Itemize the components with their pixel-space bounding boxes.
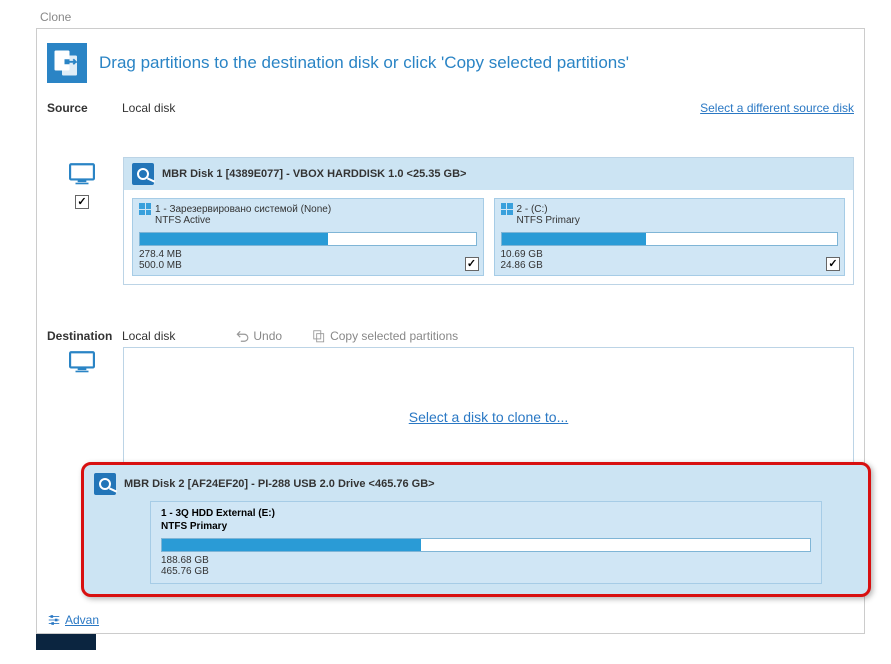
source-partitions: 1 - Зарезервировано системой (None) NTFS…: [124, 190, 853, 284]
partition-sizes: 278.4 MB500.0 MB: [139, 249, 477, 271]
partition-name: 1 - Зарезервировано системой (None): [155, 204, 331, 215]
destination-left-column: [47, 351, 117, 373]
destination-label: Destination: [47, 329, 122, 343]
source-disk-checkbox[interactable]: [75, 195, 89, 209]
partition-sizes: 10.69 GB24.86 GB: [501, 249, 839, 271]
usage-bar: [501, 232, 839, 246]
windows-icon: [501, 203, 513, 215]
monitor-icon: [69, 163, 95, 185]
header: Drag partitions to the destination disk …: [37, 29, 864, 97]
select-clone-target-link[interactable]: Select a disk to clone to...: [409, 409, 569, 425]
partition-card[interactable]: 2 - (C:) NTFS Primary 10.69 GB24.86 GB: [494, 198, 846, 276]
undo-button[interactable]: Undo: [235, 329, 282, 343]
window-title: Clone: [40, 10, 71, 24]
source-disk-header[interactable]: MBR Disk 1 [4389E077] - VBOX HARDDISK 1.…: [124, 158, 853, 190]
windows-icon: [139, 203, 151, 215]
usage-bar: [161, 538, 811, 552]
partition-fs: NTFS Primary: [517, 215, 839, 226]
partition-fs: NTFS Primary: [161, 521, 811, 532]
source-value: Local disk: [122, 101, 175, 115]
drive-icon: [132, 163, 154, 185]
usage-bar: [139, 232, 477, 246]
select-different-source-link[interactable]: Select a different source disk: [700, 101, 854, 115]
source-disk-panel: MBR Disk 1 [4389E077] - VBOX HARDDISK 1.…: [123, 157, 854, 285]
destination-value: Local disk: [122, 329, 175, 343]
header-title: Drag partitions to the destination disk …: [99, 53, 629, 73]
partition-name: 1 - 3Q HDD External (E:): [161, 508, 811, 519]
partition-card[interactable]: 1 - Зарезервировано системой (None) NTFS…: [132, 198, 484, 276]
source-label: Source: [47, 101, 122, 115]
sliders-icon: [47, 613, 61, 627]
popup-disk-header: MBR Disk 2 [AF24EF20] - PI-288 USB 2.0 D…: [90, 471, 862, 501]
source-disk-title: MBR Disk 1 [4389E077] - VBOX HARDDISK 1.…: [162, 168, 466, 180]
drive-icon: [94, 473, 116, 495]
partition-fs: NTFS Active: [155, 215, 477, 226]
source-left-column: [47, 163, 117, 209]
source-row: Source Local disk Select a different sou…: [37, 97, 864, 119]
monitor-icon: [69, 351, 95, 373]
destination-candidate-disk[interactable]: MBR Disk 2 [AF24EF20] - PI-288 USB 2.0 D…: [81, 462, 871, 597]
copy-selected-button[interactable]: Copy selected partitions: [312, 329, 458, 343]
partition-card[interactable]: 1 - 3Q HDD External (E:) NTFS Primary 18…: [150, 501, 822, 584]
clone-icon: [47, 43, 87, 83]
destination-row: Destination Local disk Undo Copy selecte…: [37, 325, 864, 347]
partition-checkbox[interactable]: [465, 257, 479, 271]
advanced-link[interactable]: Advan: [47, 613, 99, 627]
popup-disk-title: MBR Disk 2 [AF24EF20] - PI-288 USB 2.0 D…: [124, 478, 435, 490]
partition-name: 2 - (C:): [517, 204, 548, 215]
partition-checkbox[interactable]: [826, 257, 840, 271]
partition-sizes: 188.68 GB465.76 GB: [161, 555, 811, 577]
